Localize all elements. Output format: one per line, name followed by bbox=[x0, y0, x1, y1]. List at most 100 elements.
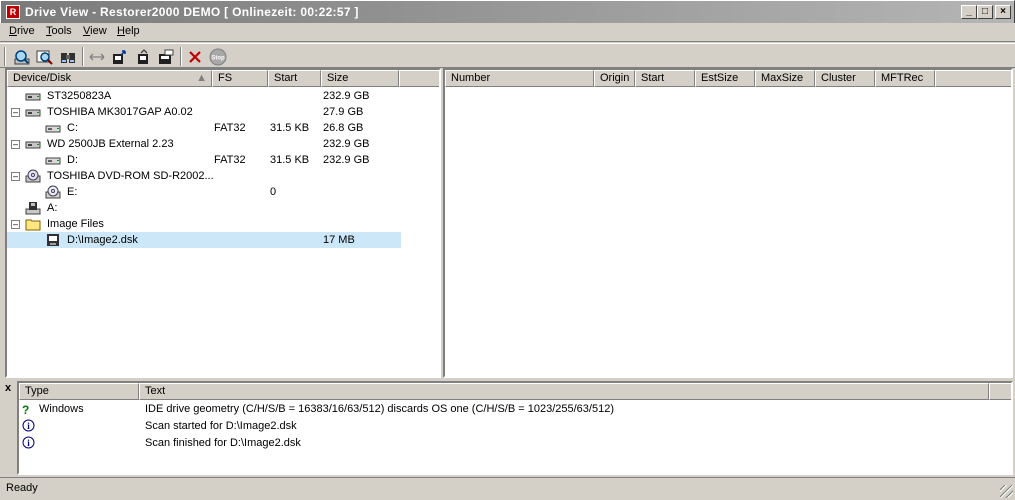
menu-bar: Drive Tools View Help bbox=[0, 23, 1015, 42]
log-text: Scan finished for D:\Image2.dsk bbox=[145, 437, 301, 449]
column-header-text[interactable]: Text bbox=[139, 383, 989, 400]
find-files-icon[interactable] bbox=[58, 47, 78, 66]
maximize-button[interactable]: □ bbox=[977, 5, 993, 19]
link-icon[interactable] bbox=[87, 47, 107, 66]
column-header-filler bbox=[399, 70, 439, 87]
app-icon: R bbox=[6, 5, 20, 19]
column-label: Device/Disk bbox=[13, 72, 72, 84]
column-header-fs[interactable]: FS bbox=[212, 70, 268, 87]
start-cell: 31.5 KB bbox=[270, 122, 310, 134]
window-title: Drive View - Restorer2000 DEMO [ Onlinez… bbox=[25, 5, 359, 19]
column-header-number[interactable]: Number bbox=[445, 70, 594, 87]
results-pane[interactable]: Number Origin Start EstSize MaxSize Clus… bbox=[443, 68, 1013, 378]
log-text: Scan started for D:\Image2.dsk bbox=[145, 420, 297, 432]
column-header-type[interactable]: Type bbox=[19, 383, 139, 400]
export-icon[interactable] bbox=[156, 47, 176, 66]
status-bar: Ready bbox=[0, 477, 1015, 500]
log-row[interactable]: i Scan started for D:\Image2.dsk bbox=[19, 418, 1009, 435]
tree-row[interactable]: E: 0 bbox=[7, 184, 401, 200]
hard-disk-icon bbox=[25, 137, 41, 151]
device-label: TOSHIBA DVD-ROM SD-R2002... bbox=[47, 170, 214, 182]
start-cell: 31.5 KB bbox=[270, 154, 310, 166]
log-close-button[interactable]: x bbox=[5, 382, 11, 394]
column-header-start[interactable]: Start bbox=[635, 70, 695, 87]
status-text: Ready bbox=[6, 482, 38, 494]
column-header-origin[interactable]: Origin bbox=[594, 70, 635, 87]
tree-row[interactable]: A: bbox=[7, 200, 401, 216]
stop-icon[interactable]: Stop bbox=[208, 47, 228, 66]
column-header-size[interactable]: Size bbox=[321, 70, 399, 87]
column-header-mftrec[interactable]: MFTRec bbox=[875, 70, 935, 87]
device-label: E: bbox=[67, 186, 78, 198]
column-header-cluster[interactable]: Cluster bbox=[815, 70, 875, 87]
log-row[interactable]: ? Windows IDE drive geometry (C/H/S/B = 16… bbox=[19, 401, 1009, 418]
fs-cell: FAT32 bbox=[214, 122, 246, 134]
column-header-device[interactable]: Device/Disk ▲ bbox=[7, 70, 212, 87]
tree-row[interactable]: – TOSHIBA MK3017GAP A0.02 27.9 GB bbox=[7, 104, 401, 120]
device-label: ST3250823A bbox=[47, 90, 112, 102]
open-image-icon[interactable] bbox=[110, 47, 130, 66]
sort-arrow-icon: ▲ bbox=[196, 72, 207, 84]
device-label: WD 2500JB External 2.23 bbox=[47, 138, 174, 150]
log-pane[interactable]: Type Text ? Windows IDE drive geometry (C/… bbox=[17, 381, 1013, 475]
tree-row[interactable]: D: FAT32 31.5 KB 232.9 GB bbox=[7, 152, 401, 168]
fs-cell: FAT32 bbox=[214, 154, 246, 166]
size-cell: 232.9 GB bbox=[323, 154, 370, 166]
column-header-maxsize[interactable]: MaxSize bbox=[755, 70, 815, 87]
start-cell: 0 bbox=[270, 186, 277, 198]
collapse-toggle[interactable]: – bbox=[11, 220, 20, 229]
image-file-icon bbox=[45, 233, 61, 247]
log-row[interactable]: i Scan finished for D:\Image2.dsk bbox=[19, 435, 1009, 452]
column-header-filler bbox=[989, 383, 1011, 400]
folder-icon bbox=[25, 217, 41, 231]
title-bar[interactable]: R Drive View - Restorer2000 DEMO [ Onlin… bbox=[0, 0, 1015, 23]
cd-partition-icon bbox=[45, 185, 61, 199]
size-cell: 232.9 GB bbox=[323, 138, 370, 150]
info-icon: i bbox=[22, 436, 35, 455]
resize-grip[interactable] bbox=[1000, 485, 1013, 498]
menu-view[interactable]: View bbox=[83, 25, 107, 37]
collapse-toggle[interactable]: – bbox=[11, 108, 20, 117]
tree-row[interactable]: – TOSHIBA DVD-ROM SD-R2002... bbox=[7, 168, 401, 184]
toolbar-separator bbox=[4, 47, 6, 66]
collapse-toggle[interactable]: – bbox=[11, 140, 20, 149]
size-cell: 26.8 GB bbox=[323, 122, 364, 134]
device-label: TOSHIBA MK3017GAP A0.02 bbox=[47, 106, 193, 118]
device-label: A: bbox=[47, 202, 58, 214]
device-label: D: bbox=[67, 154, 78, 166]
floppy-icon bbox=[25, 201, 41, 215]
partition-icon bbox=[45, 121, 61, 135]
collapse-toggle[interactable]: – bbox=[11, 172, 20, 181]
size-cell: 17 MB bbox=[323, 234, 355, 246]
menu-drive[interactable]: Drive bbox=[9, 25, 35, 37]
tree-row[interactable]: ST3250823A 232.9 GB bbox=[7, 88, 401, 104]
menu-help[interactable]: Help bbox=[117, 25, 140, 37]
toolbar-separator bbox=[82, 47, 84, 66]
close-button[interactable]: × bbox=[995, 5, 1011, 19]
cdrom-icon bbox=[25, 169, 41, 183]
minimize-button[interactable]: _ bbox=[961, 5, 977, 19]
device-label: C: bbox=[67, 122, 78, 134]
tree-row[interactable]: C: FAT32 31.5 KB 26.8 GB bbox=[7, 120, 401, 136]
hard-disk-icon bbox=[25, 89, 41, 103]
size-cell: 232.9 GB bbox=[323, 90, 370, 102]
log-type: Windows bbox=[39, 403, 84, 415]
tree-row[interactable]: D:\Image2.dsk 17 MB bbox=[7, 232, 401, 248]
menu-tools[interactable]: Tools bbox=[46, 25, 72, 37]
device-label: Image Files bbox=[47, 218, 104, 230]
scan-drive-icon[interactable] bbox=[12, 47, 32, 66]
copy-icon[interactable] bbox=[133, 47, 153, 66]
column-header-filler bbox=[935, 70, 1011, 87]
log-text: IDE drive geometry (C/H/S/B = 16383/16/6… bbox=[145, 403, 614, 415]
device-label: D:\Image2.dsk bbox=[67, 234, 138, 246]
scan-options-icon[interactable] bbox=[35, 47, 55, 66]
device-tree-pane[interactable]: Device/Disk ▲ FS Start Size ST3250823A 23… bbox=[5, 68, 441, 378]
stop-label: Stop bbox=[211, 55, 225, 61]
tree-row[interactable]: – WD 2500JB External 2.23 232.9 GB bbox=[7, 136, 401, 152]
delete-icon[interactable] bbox=[185, 47, 205, 66]
tree-row[interactable]: – Image Files bbox=[7, 216, 401, 232]
column-header-estsize[interactable]: EstSize bbox=[695, 70, 755, 87]
size-cell: 27.9 GB bbox=[323, 106, 364, 118]
column-header-start[interactable]: Start bbox=[268, 70, 321, 87]
toolbar-separator bbox=[180, 47, 182, 66]
